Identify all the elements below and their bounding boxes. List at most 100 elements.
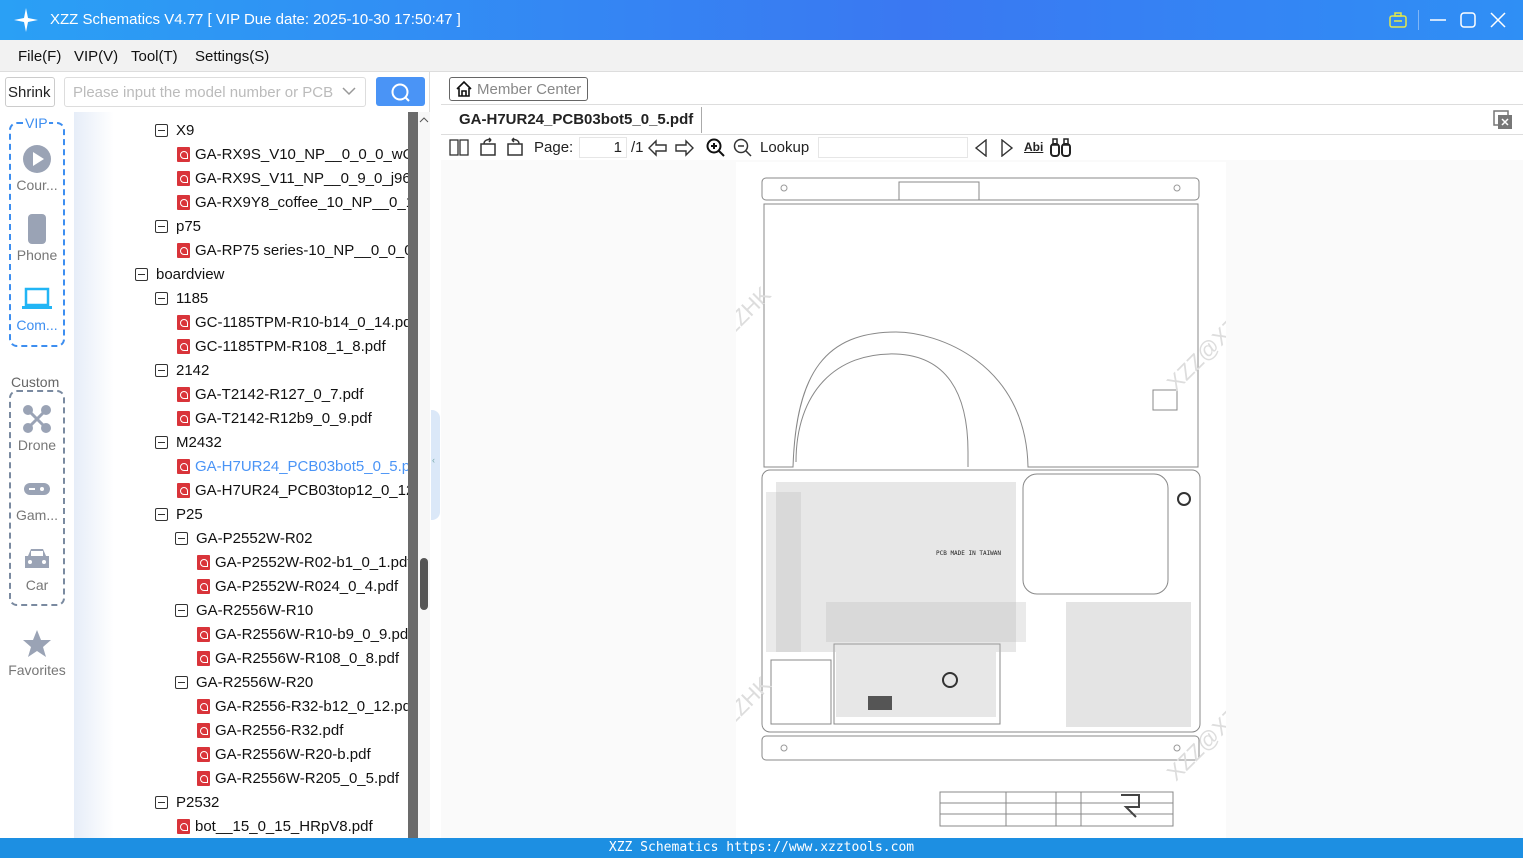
scroll-up-icon[interactable] [419, 116, 429, 124]
pdf-file-icon [177, 194, 190, 210]
tree-file[interactable]: GA-H7UR24_PCB03bot5_0_5.pdf [177, 454, 408, 478]
tree-file[interactable]: GA-RP75 series-10_NP__0_0_0_ [177, 238, 408, 262]
menu-file[interactable]: File(F) [18, 48, 61, 65]
tree-folder[interactable]: p75 [155, 214, 201, 238]
pdf-page[interactable]: PCB MADE IN TAIWAN XZZ@XZZHK XZZ@XZZHK X… [662, 162, 1276, 838]
next-result-icon[interactable] [1000, 139, 1014, 157]
collapse-icon[interactable] [155, 219, 168, 233]
tree-folder[interactable]: GA-R2556W-R20 [175, 670, 313, 694]
chevron-down-icon[interactable] [342, 86, 356, 96]
close-tab-icon[interactable] [1493, 110, 1513, 130]
tree-file[interactable]: GA-RX9S_V10_NP__0_0_0_wOXI [177, 142, 408, 166]
pdf-file-icon [197, 722, 210, 738]
two-page-icon[interactable] [449, 138, 471, 158]
rotate-left-icon[interactable] [478, 137, 498, 157]
tree-file[interactable]: GA-R2556W-R10-b9_0_9.pdf [197, 622, 408, 646]
collapse-icon[interactable] [155, 507, 168, 521]
collapse-icon[interactable] [175, 531, 188, 545]
tree-file[interactable]: GA-P2552W-R024_0_4.pdf [197, 574, 398, 598]
sidebar-item-phone[interactable]: Phone [4, 214, 70, 263]
lookup-input[interactable] [818, 137, 968, 158]
sidebar-item-course[interactable]: Cour... [4, 144, 70, 193]
tab-document[interactable]: GA-H7UR24_PCB03bot5_0_5.pdf [459, 111, 693, 128]
pdf-file-icon [177, 818, 190, 834]
tree-item-label: GA-T2142-R12b9_0_9.pdf [195, 409, 372, 427]
pdf-file-icon [197, 650, 210, 666]
tree-file[interactable]: GA-RX9Y8_coffee_10_NP__0_1_ [177, 190, 408, 214]
minimize-icon[interactable] [1430, 12, 1446, 28]
collapse-icon[interactable] [175, 603, 188, 617]
collapse-icon[interactable] [135, 267, 148, 281]
tree-file[interactable]: GA-H7UR24_PCB03top12_0_12.pdf [177, 478, 408, 502]
tree-file[interactable]: GC-1185TPM-R10-b14_0_14.pdf [177, 310, 408, 334]
arrow-left-icon[interactable] [648, 139, 668, 157]
tree-item-label: boardview [156, 265, 225, 283]
collapse-icon[interactable] [155, 363, 168, 377]
search-button[interactable] [376, 77, 425, 106]
tree-item-label: P2532 [176, 793, 220, 811]
tree-item-label: GA-R2556W-R108_0_8.pdf [215, 649, 399, 667]
tree-file[interactable]: GC-1185TPM-R108_1_8.pdf [177, 334, 386, 358]
tree-file[interactable]: GA-R2556-R32-b12_0_12.pdf [197, 694, 408, 718]
collapse-icon[interactable] [155, 291, 168, 305]
tree-folder[interactable]: X9 [155, 118, 194, 142]
menu-settings[interactable]: Settings(S) [195, 48, 269, 65]
tree-item-label: GA-T2142-R127_0_7.pdf [195, 385, 364, 403]
pcb-components [766, 482, 1191, 727]
collapse-handle[interactable]: ‹ [431, 410, 440, 520]
tree-file[interactable]: GA-T2142-R12b9_0_9.pdf [177, 406, 372, 430]
arrow-right-icon[interactable] [674, 139, 694, 157]
previous-result-icon[interactable] [974, 139, 988, 157]
scrollbar-thumb[interactable] [420, 558, 428, 610]
collapse-icon[interactable] [175, 675, 188, 689]
tree-file[interactable]: GA-R2556W-R205_0_5.pdf [197, 766, 399, 790]
close-icon[interactable] [1490, 12, 1506, 28]
shrink-button[interactable]: Shrink [5, 77, 55, 107]
binoculars-icon[interactable] [1050, 138, 1072, 158]
sidebar-item-computer[interactable]: Com... [4, 284, 70, 333]
menu-tool[interactable]: Tool(T) [131, 48, 178, 65]
zoom-in-icon[interactable] [706, 138, 726, 158]
sidebar-item-label: Com... [16, 317, 58, 333]
tree-item-label: X9 [176, 121, 195, 139]
rotate-right-icon[interactable] [505, 137, 525, 157]
pdf-file-icon [177, 386, 190, 402]
tree-folder[interactable]: P2532 [155, 790, 219, 814]
tree-folder[interactable]: P25 [155, 502, 203, 526]
tree-folder[interactable]: boardview [135, 262, 224, 286]
match-case-button[interactable]: Abi [1024, 140, 1043, 154]
tree-file[interactable]: GA-T2142-R127_0_7.pdf [177, 382, 363, 406]
pdf-file-icon [177, 242, 190, 258]
window-title: XZZ Schematics V4.77 [ VIP Due date: 202… [50, 11, 461, 28]
member-center-button[interactable]: Member Center [449, 77, 588, 101]
zoom-out-icon[interactable] [733, 138, 753, 158]
tree-folder[interactable]: M2432 [155, 430, 222, 454]
play-icon [23, 145, 51, 173]
search-input[interactable]: Please input the model number or PCB [64, 77, 366, 107]
collapse-icon[interactable] [155, 435, 168, 449]
sidebar-item-game[interactable]: Gam... [4, 474, 70, 523]
sidebar-item-drone[interactable]: Drone [4, 404, 70, 453]
menu-vip[interactable]: VIP(V) [74, 48, 118, 65]
tree-folder[interactable]: 2142 [155, 358, 209, 382]
maximize-icon[interactable] [1460, 12, 1476, 28]
collapse-icon[interactable] [155, 123, 168, 137]
tree-scrollbar-track[interactable] [408, 112, 418, 838]
collapse-icon[interactable] [155, 795, 168, 809]
tree-file[interactable]: GA-RX9S_V11_NP__0_9_0_j96x3 [177, 166, 408, 190]
sidebar-item-car[interactable]: Car [4, 544, 70, 593]
tree-file[interactable]: GA-P2552W-R02-b1_0_1.pdf [197, 550, 408, 574]
tree-item-label: GA-P2552W-R02-b1_0_1.pdf [215, 553, 408, 571]
tree-file[interactable]: GA-R2556-R32.pdf [197, 718, 343, 742]
tree-folder[interactable]: GA-P2552W-R02 [175, 526, 312, 550]
sidebar-item-favorites[interactable]: Favorites [4, 629, 70, 678]
tree-file[interactable]: bot__15_0_15_HRpV8.pdf [177, 814, 373, 838]
scrollbar[interactable] [418, 112, 430, 838]
tree-folder[interactable]: 1185 [155, 286, 208, 310]
divider [1418, 10, 1419, 30]
briefcase-icon[interactable] [1389, 12, 1407, 28]
tree-file[interactable]: GA-R2556W-R20-b.pdf [197, 742, 371, 766]
page-input[interactable]: 1 [579, 137, 627, 158]
tree-file[interactable]: GA-R2556W-R108_0_8.pdf [197, 646, 399, 670]
tree-folder[interactable]: GA-R2556W-R10 [175, 598, 313, 622]
